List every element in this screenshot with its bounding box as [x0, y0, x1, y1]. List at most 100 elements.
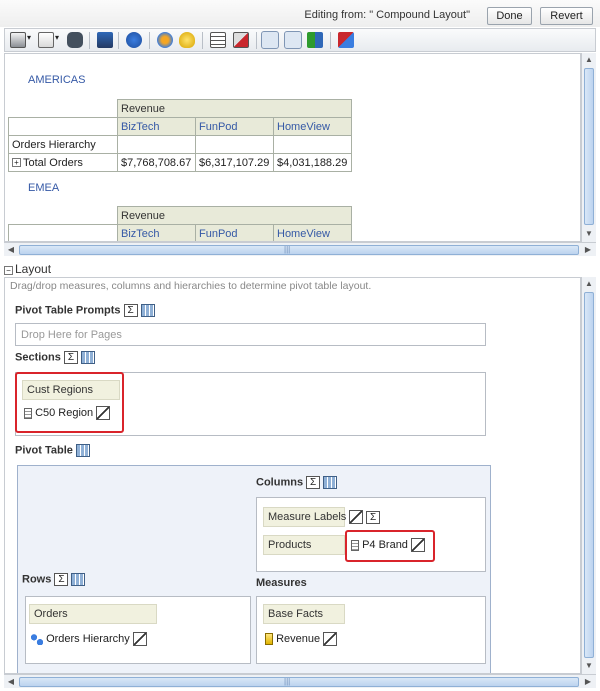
print-icon[interactable] — [10, 32, 26, 48]
brand-header: BizTech — [117, 117, 196, 136]
pivot-grid-icon[interactable] — [140, 304, 155, 317]
orders-hierarchy[interactable]: Orders Hierarchy — [31, 632, 147, 646]
cursor-properties-icon[interactable] — [323, 632, 338, 646]
layout-vertical-scrollbar[interactable]: ▲ ▼ — [581, 277, 596, 674]
group-icon[interactable] — [157, 32, 173, 48]
value-cell: $6,317,107.29 — [195, 153, 274, 172]
base-facts-chip[interactable]: Base Facts — [263, 604, 345, 624]
top-bar: Editing from: " Compound Layout" Done Re… — [0, 0, 600, 27]
sigma-icon[interactable]: Σ — [123, 304, 138, 317]
cursor-properties-icon[interactable] — [349, 510, 363, 524]
measures-heading: Measures — [256, 577, 307, 589]
pivot-grid-icon[interactable] — [75, 444, 90, 457]
pivot-grid-icon[interactable] — [80, 351, 95, 364]
brand-header: HomeView — [273, 224, 352, 241]
highlight-brand — [345, 530, 435, 562]
revert-button[interactable]: Revert — [540, 7, 593, 25]
brand-header: HomeView — [273, 117, 352, 136]
prompts-drop-zone[interactable]: Drop Here for Pages — [15, 323, 486, 346]
scroll-thumb[interactable] — [584, 68, 594, 225]
hierarchy-icon — [31, 633, 43, 645]
orders-chip[interactable]: Orders — [29, 604, 157, 624]
sections-heading: Sections Σ — [15, 351, 95, 364]
exclude-icon[interactable] — [233, 32, 249, 48]
preview-vertical-scrollbar[interactable]: ▲ ▼ — [581, 53, 596, 242]
sections-label: Sections — [15, 351, 61, 364]
table-icon[interactable] — [210, 32, 226, 48]
row-header: Orders Hierarchy — [8, 135, 118, 154]
revenue-measure[interactable]: Revenue — [265, 632, 338, 646]
cursor-properties-icon[interactable] — [132, 632, 147, 646]
total-orders-row[interactable]: + Total Orders — [8, 153, 118, 172]
scroll-up-icon[interactable]: ▲ — [582, 53, 596, 67]
chevron-down-icon[interactable]: ▾ — [27, 33, 31, 42]
rows-heading: Rows Σ — [22, 573, 86, 586]
done-button[interactable]: Done — [487, 7, 532, 25]
scroll-down-icon[interactable]: ▼ — [582, 659, 596, 673]
scroll-thumb[interactable] — [19, 245, 579, 255]
pivot-view-icon[interactable] — [261, 31, 279, 49]
sigma-icon[interactable]: Σ — [366, 510, 381, 524]
scroll-right-icon[interactable]: ▶ — [581, 675, 595, 689]
columns-label: Columns — [256, 476, 304, 489]
prompts-heading: Pivot Table Prompts Σ — [15, 304, 155, 317]
measure-labels-controls: Σ — [349, 510, 381, 524]
brand-header: FunPod — [195, 224, 274, 241]
scroll-thumb[interactable] — [19, 677, 579, 687]
refresh-icon[interactable] — [126, 32, 142, 48]
pivot-label: Pivot Table — [15, 444, 73, 457]
sort-icon[interactable] — [307, 32, 323, 48]
value-cell: $7,768,708.67 — [117, 153, 196, 172]
scroll-left-icon[interactable]: ◀ — [4, 243, 18, 257]
preview-horizontal-scrollbar[interactable]: ◀ ||| ▶ — [4, 242, 596, 256]
products-chip[interactable]: Products — [263, 535, 345, 555]
sigma-icon[interactable]: Σ — [63, 351, 78, 364]
brand-header: FunPod — [195, 117, 274, 136]
pivot-table-americas: Revenue BizTech FunPod HomeView Orders H… — [8, 99, 352, 172]
columns-heading: Columns Σ — [256, 476, 338, 489]
filter-icon[interactable] — [97, 32, 113, 48]
sigma-icon[interactable]: Σ — [54, 573, 69, 586]
scroll-up-icon[interactable]: ▲ — [582, 277, 596, 291]
grip-icon: ||| — [284, 245, 291, 254]
value-cell: $4,031,188.29 — [273, 153, 352, 172]
prompts-drop-text: Drop Here for Pages — [21, 329, 122, 341]
revenue-label: Revenue — [276, 632, 321, 645]
sigma-icon[interactable]: Σ — [306, 476, 321, 489]
region-emea: EMEA — [28, 182, 60, 194]
measure-header: Revenue — [117, 206, 352, 225]
binoculars-icon[interactable] — [67, 32, 83, 48]
collapse-icon[interactable]: − — [4, 265, 13, 275]
export-icon[interactable] — [38, 32, 54, 48]
editing-status: Editing from: " Compound Layout" — [304, 9, 470, 21]
brand-header: BizTech — [117, 224, 196, 241]
layout-icon[interactable] — [284, 31, 302, 49]
pivot-grid-icon[interactable] — [323, 476, 338, 489]
corner-cell — [8, 117, 118, 136]
region-americas: AMERICAS — [28, 74, 86, 86]
expand-icon[interactable]: + — [12, 158, 21, 168]
measure-labels-chip[interactable]: Measure Labels — [263, 507, 346, 527]
prompts-label: Pivot Table Prompts — [15, 304, 121, 317]
layout-title: Layout — [15, 262, 52, 276]
lightbulb-icon[interactable] — [179, 32, 195, 48]
layout-panel: Drag/drop measures, columns and hierarch… — [4, 277, 581, 674]
scroll-right-icon[interactable]: ▶ — [581, 243, 595, 257]
chevron-down-icon[interactable]: ▾ — [55, 33, 59, 42]
measure-icon — [265, 633, 273, 645]
grip-icon: ||| — [284, 677, 291, 686]
pivot-heading: Pivot Table — [15, 444, 90, 457]
layout-header: − Layout — [4, 262, 596, 277]
row-label: Total Orders — [23, 156, 83, 169]
measures-label: Measures — [256, 577, 307, 589]
layout-hint: Drag/drop measures, columns and hierarch… — [10, 280, 372, 292]
scroll-down-icon[interactable]: ▼ — [582, 227, 596, 241]
pivot-grid-icon[interactable] — [71, 573, 86, 586]
scroll-thumb[interactable] — [584, 292, 594, 658]
properties-icon[interactable] — [338, 32, 354, 48]
scroll-left-icon[interactable]: ◀ — [4, 675, 18, 689]
layout-horizontal-scrollbar[interactable]: ◀ ||| ▶ — [4, 674, 596, 688]
pivot-table-emea: Revenue BizTech FunPod HomeView — [8, 206, 352, 241]
pivot-preview: AMERICAS Revenue BizTech FunPod HomeView… — [4, 53, 581, 242]
measure-header: Revenue — [117, 99, 352, 118]
